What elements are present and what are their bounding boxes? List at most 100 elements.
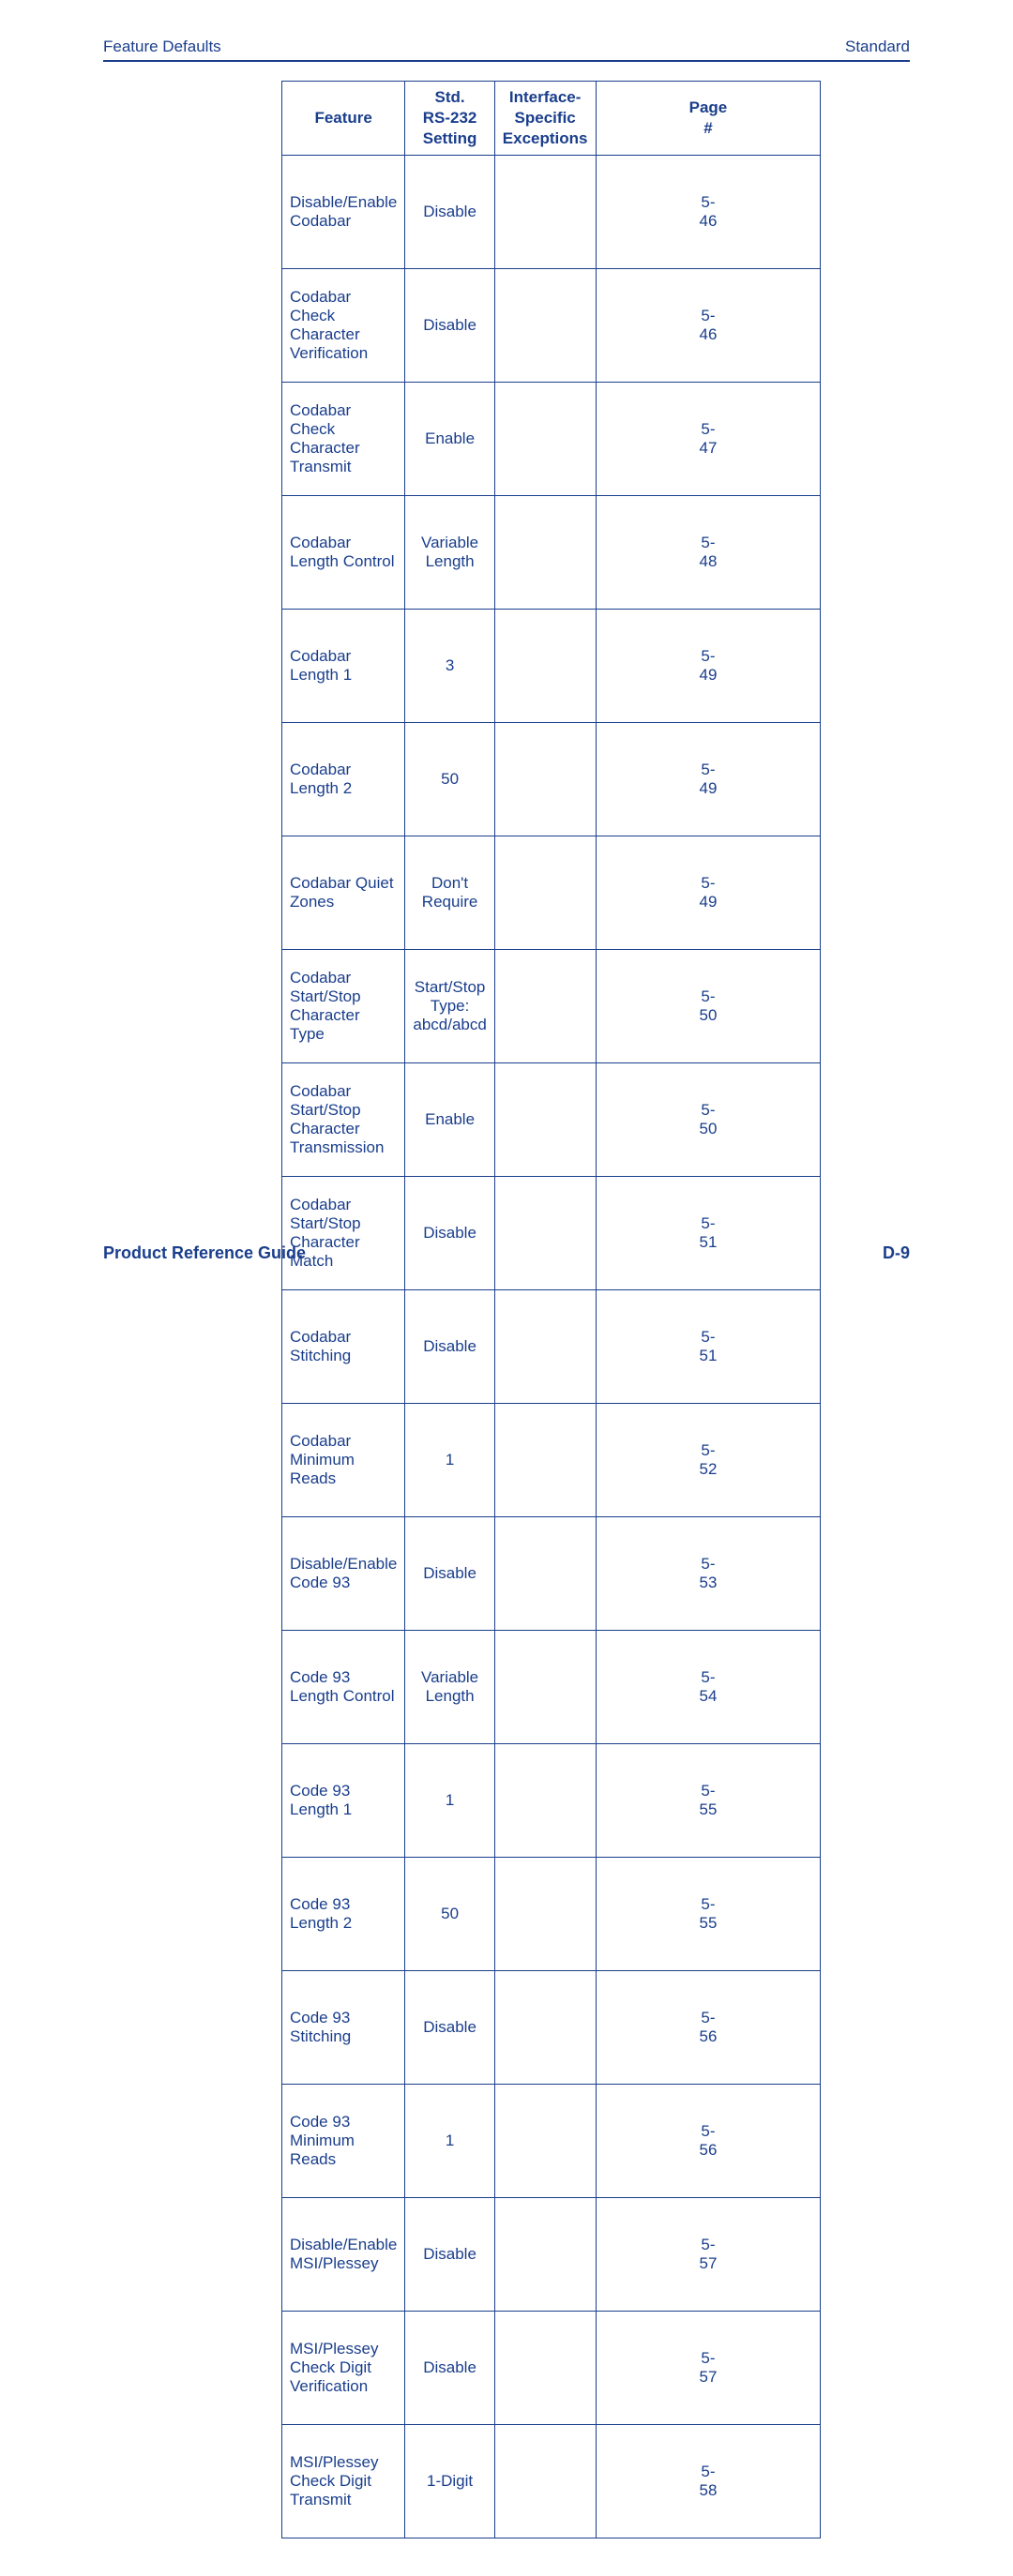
table-row: MSI/Plessey Check Digit Transmit1-Digit 5… (282, 2425, 821, 2538)
table-row: Disable/Enable MSI/PlesseyDisable 5-57 (282, 2198, 821, 2312)
cell-page: 5-55 (596, 1858, 821, 1971)
cell-setting: Disable (405, 2198, 494, 2312)
cell-page: 5-49 (596, 610, 821, 723)
cell-page: 5-56 (596, 1971, 821, 2085)
table-row: Codabar StitchingDisable5-51 (282, 1290, 821, 1404)
cell-exceptions (494, 950, 596, 1063)
table-row: Code 93 Length 11 5-55 (282, 1744, 821, 1858)
cell-feature: Codabar Start/Stop Character Type (282, 950, 405, 1063)
cell-feature: Codabar Minimum Reads (282, 1404, 405, 1517)
cell-feature: Code 93 Length Control (282, 1631, 405, 1744)
table-row: Code 93 StitchingDisable 5-56 (282, 1971, 821, 2085)
cell-feature: Codabar Start/Stop Character Transmissio… (282, 1063, 405, 1177)
cell-page: 5-51 (596, 1290, 821, 1404)
col-setting: Std.RS-232Setting (405, 82, 494, 156)
cell-page: 5-49 (596, 723, 821, 836)
cell-feature: Codabar Length 2 (282, 723, 405, 836)
cell-exceptions (494, 2312, 596, 2425)
cell-setting: Disable (405, 1290, 494, 1404)
table-row: Codabar Length 250 5-49 (282, 723, 821, 836)
cell-exceptions (494, 1858, 596, 1971)
cell-page: 5-46 (596, 269, 821, 383)
cell-page: 5-50 (596, 1063, 821, 1177)
cell-setting: 1 (405, 2085, 494, 2198)
cell-exceptions (494, 2198, 596, 2312)
footer-right: D-9 (883, 1243, 910, 1263)
cell-feature: MSI/Plessey Check Digit Verification (282, 2312, 405, 2425)
cell-feature: Codabar Start/Stop Character Match (282, 1177, 405, 1290)
cell-feature: Disable/Enable Code 93 (282, 1517, 405, 1631)
cell-feature: Codabar Check Character Verification (282, 269, 405, 383)
cell-setting: 50 (405, 1858, 494, 1971)
cell-page: 5-55 (596, 1744, 821, 1858)
cell-feature: Codabar Length Control (282, 496, 405, 610)
cell-setting: Start/Stop Type: abcd/abcd (405, 950, 494, 1063)
cell-feature: MSI/Plessey Check Digit Transmit (282, 2425, 405, 2538)
col-exceptions: Interface-SpecificExceptions (494, 82, 596, 156)
cell-feature: Codabar Quiet Zones (282, 836, 405, 950)
cell-page: 5-57 (596, 2198, 821, 2312)
cell-exceptions (494, 156, 596, 269)
cell-exceptions (494, 610, 596, 723)
cell-exceptions (494, 1631, 596, 1744)
cell-feature: Code 93 Stitching (282, 1971, 405, 2085)
cell-page: 5-47 (596, 383, 821, 496)
cell-exceptions (494, 2425, 596, 2538)
cell-page: 5-56 (596, 2085, 821, 2198)
cell-page: 5-58 (596, 2425, 821, 2538)
cell-feature: Disable/Enable Codabar (282, 156, 405, 269)
cell-exceptions (494, 496, 596, 610)
table-row: Codabar Start/Stop Character Transmissio… (282, 1063, 821, 1177)
cell-exceptions (494, 1971, 596, 2085)
table-row: Codabar Start/Stop Character MatchDisabl… (282, 1177, 821, 1290)
cell-setting: Disable (405, 269, 494, 383)
col-page: Page# (596, 82, 821, 156)
cell-setting: Enable (405, 383, 494, 496)
cell-setting: 1-Digit (405, 2425, 494, 2538)
cell-exceptions (494, 1290, 596, 1404)
cell-exceptions (494, 1517, 596, 1631)
page-container: Feature Defaults Standard Feature Std.RS… (0, 0, 1013, 2576)
cell-setting: Disable (405, 156, 494, 269)
table-row: Code 93 Length 250 5-55 (282, 1858, 821, 1971)
table-row: Codabar Quiet ZonesDon't Require 5-49 (282, 836, 821, 950)
cell-setting: Disable (405, 1517, 494, 1631)
table-row: MSI/Plessey Check Digit VerificationDisa… (282, 2312, 821, 2425)
cell-page: 5-51 (596, 1177, 821, 1290)
table-row: Codabar Check Character VerificationDisa… (282, 269, 821, 383)
col-feature: Feature (282, 82, 405, 156)
header-right: Standard (845, 38, 910, 56)
cell-setting: Variable Length (405, 496, 494, 610)
cell-setting: 1 (405, 1744, 494, 1858)
cell-setting: 50 (405, 723, 494, 836)
cell-page: 5-48 (596, 496, 821, 610)
cell-feature: Codabar Length 1 (282, 610, 405, 723)
cell-exceptions (494, 1177, 596, 1290)
cell-setting: Disable (405, 1177, 494, 1290)
cell-feature: Code 93 Length 1 (282, 1744, 405, 1858)
table-row: Codabar Length 13 5-49 (282, 610, 821, 723)
cell-setting: Don't Require (405, 836, 494, 950)
cell-page: 5-53 (596, 1517, 821, 1631)
header-left: Feature Defaults (103, 38, 221, 56)
table-row: Codabar Length ControlVariable Length 5-4… (282, 496, 821, 610)
cell-page: 5-50 (596, 950, 821, 1063)
cell-page: 5-57 (596, 2312, 821, 2425)
cell-exceptions (494, 1063, 596, 1177)
cell-setting: 3 (405, 610, 494, 723)
footer-left: Product Reference Guide (103, 1243, 306, 1263)
cell-setting: Variable Length (405, 1631, 494, 1744)
table-header-row: Feature Std.RS-232Setting Interface-Spec… (282, 82, 821, 156)
cell-exceptions (494, 269, 596, 383)
table-row: Disable/Enable Code 93Disable 5-53 (282, 1517, 821, 1631)
cell-exceptions (494, 723, 596, 836)
cell-exceptions (494, 836, 596, 950)
cell-setting: Disable (405, 1971, 494, 2085)
cell-exceptions (494, 1404, 596, 1517)
cell-setting: 1 (405, 1404, 494, 1517)
cell-page: 5-49 (596, 836, 821, 950)
cell-exceptions (494, 383, 596, 496)
cell-feature: Disable/Enable MSI/Plessey (282, 2198, 405, 2312)
table-body: Disable/Enable CodabarDisable5-46Codabar… (282, 156, 821, 2538)
cell-feature: Code 93 Length 2 (282, 1858, 405, 1971)
